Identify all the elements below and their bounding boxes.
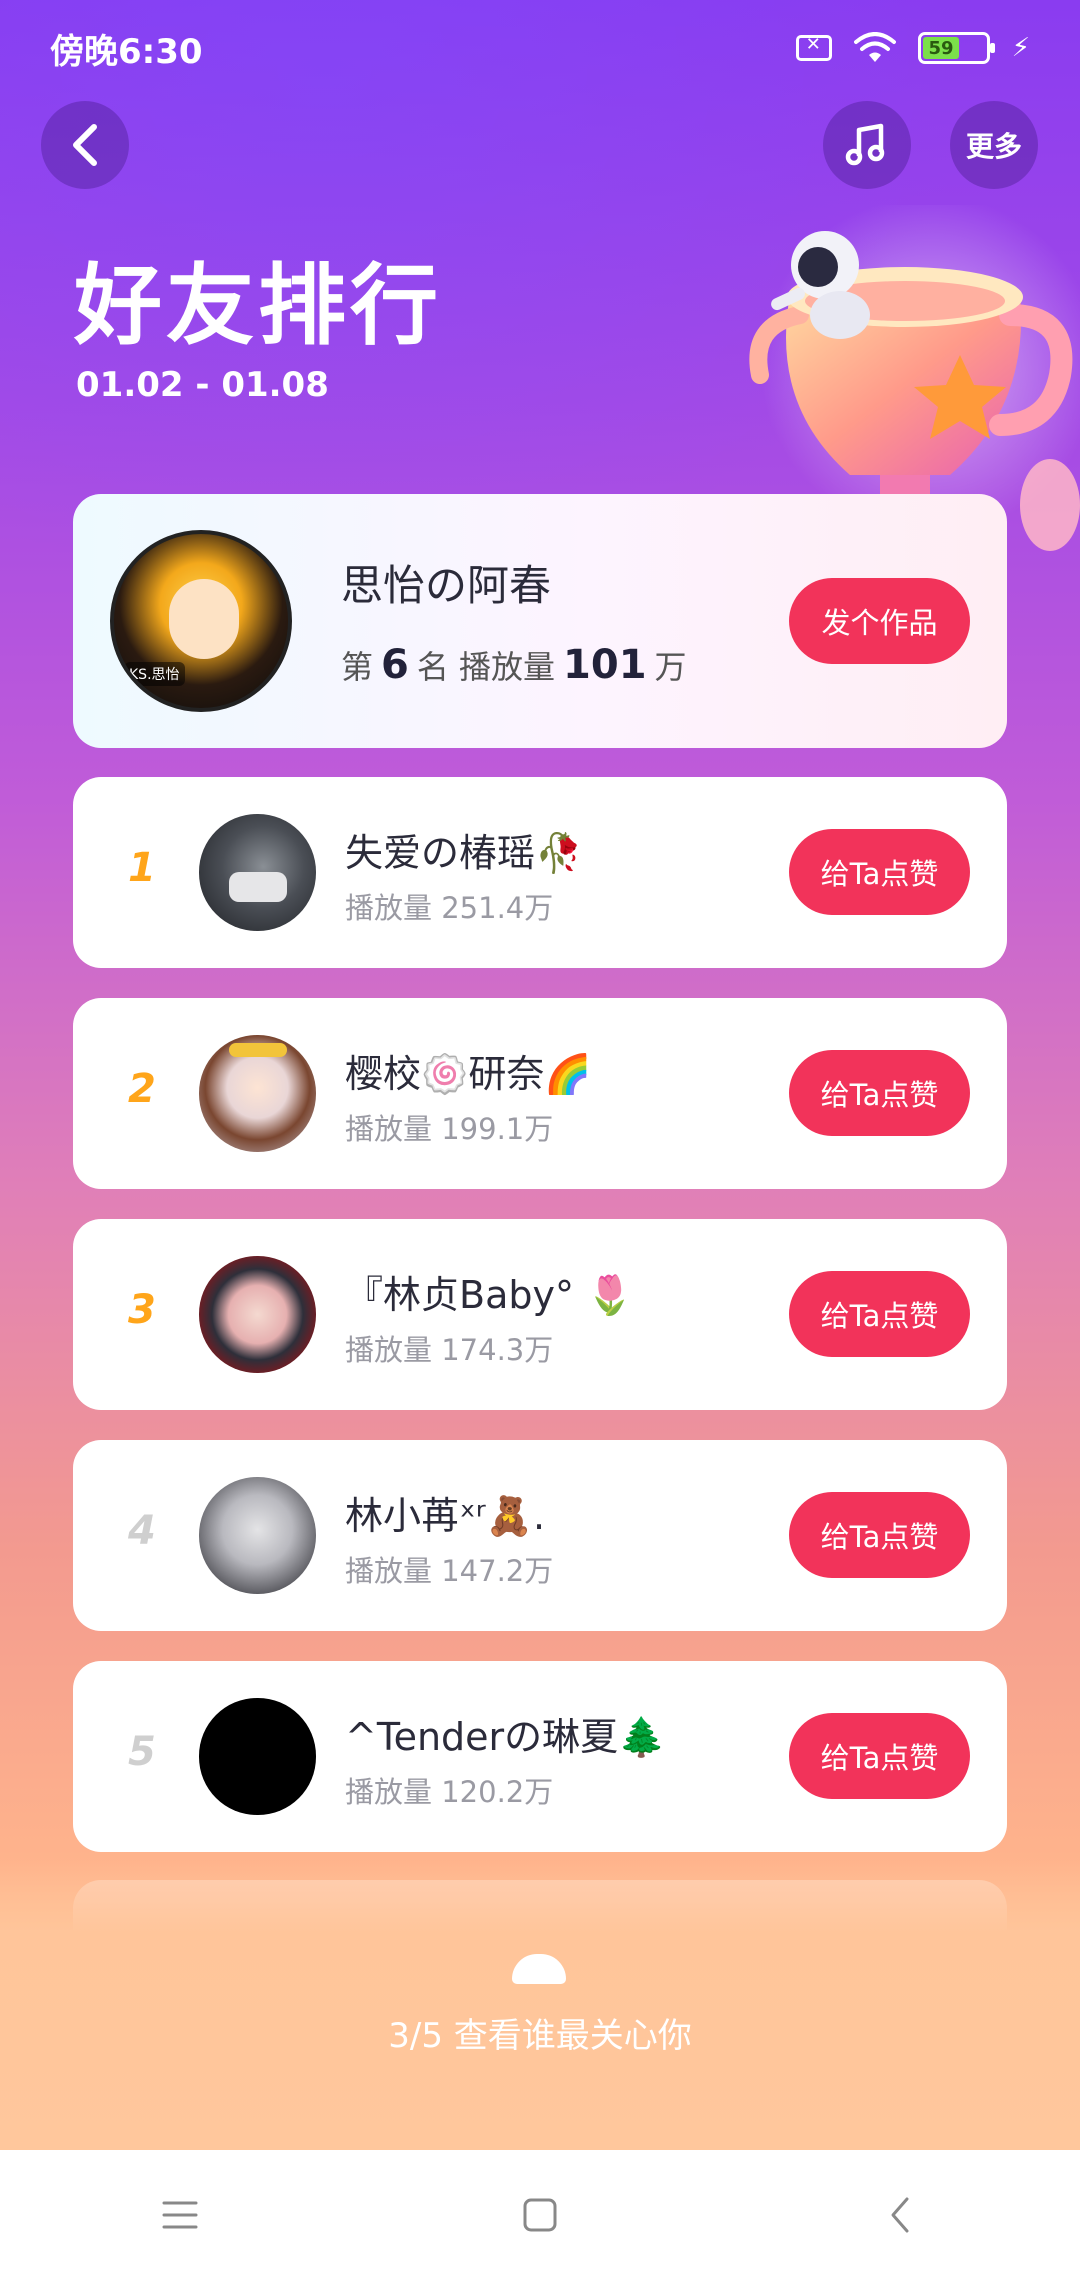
rank-number: 2 — [128, 1066, 156, 1112]
my-rank-card: KS.思怡 思怡の阿春 第 6 名 播放量 101 万 发个作品 — [73, 494, 1007, 748]
home-button[interactable] — [490, 2175, 590, 2255]
friend-row-2[interactable]: 2 樱校🍥研奈🌈 播放量 199.1万 给Ta点赞 — [73, 998, 1007, 1189]
rank-number: 5 — [128, 1729, 156, 1775]
friend-name: ^Tenderの琳夏🌲 — [345, 1715, 666, 1759]
status-time: 傍晚6:30 — [50, 31, 203, 72]
friend-name: 失爱の椿瑶🥀 — [345, 831, 583, 875]
reveal-panel[interactable] — [0, 1860, 1080, 2150]
system-nav-bar — [0, 2150, 1080, 2280]
sim-disabled-icon — [795, 34, 832, 61]
play-unit: 万 — [654, 648, 687, 686]
my-play-count: 101 — [563, 642, 647, 688]
rank-number: 4 — [128, 1508, 156, 1554]
reveal-text[interactable]: 3/5 查看谁最关心你 — [0, 2008, 1080, 2057]
rank-number: 3 — [128, 1287, 156, 1333]
friend-play-count: 播放量 199.1万 — [345, 1112, 554, 1146]
like-button[interactable]: 给Ta点赞 — [789, 1050, 970, 1136]
status-icons: 59 ⚡ — [795, 32, 1030, 64]
friend-name: 『林贞Baby° 🌷 — [345, 1273, 634, 1317]
chevron-left-icon — [73, 124, 97, 166]
friend-name: 樱校🍥研奈🌈 — [345, 1052, 592, 1096]
recents-button[interactable] — [130, 2175, 230, 2255]
my-name: 思怡の阿春 — [341, 561, 552, 610]
date-range: 01.02 - 01.08 — [76, 365, 329, 405]
like-button[interactable]: 给Ta点赞 — [789, 1271, 970, 1357]
friend-avatar[interactable] — [199, 1477, 316, 1594]
my-avatar[interactable]: KS.思怡 — [110, 530, 292, 712]
rank-number: 1 — [128, 845, 156, 891]
rank-suffix: 名 播放量 — [416, 648, 556, 686]
more-button[interactable]: 更多 — [950, 101, 1038, 189]
menu-icon — [162, 2201, 198, 2229]
like-button[interactable]: 给Ta点赞 — [789, 829, 970, 915]
rank-number: 6 — [381, 642, 409, 688]
wifi-icon — [853, 32, 896, 62]
friend-play-count: 播放量 120.2万 — [345, 1775, 554, 1809]
friend-play-count: 播放量 174.3万 — [345, 1333, 554, 1367]
avatar-tag: KS.思怡 — [124, 662, 185, 686]
friend-avatar[interactable] — [199, 1035, 316, 1152]
post-work-button[interactable]: 发个作品 — [789, 578, 970, 664]
friend-avatar[interactable] — [199, 814, 316, 931]
friend-avatar[interactable] — [199, 1698, 316, 1815]
chevron-left-icon — [891, 2197, 909, 2233]
charging-icon: ⚡ — [1011, 33, 1030, 63]
friend-avatar[interactable] — [199, 1256, 316, 1373]
friend-name: 林小苒ˣʳ🧸. — [345, 1494, 546, 1538]
music-button[interactable] — [823, 101, 911, 189]
like-button[interactable]: 给Ta点赞 — [789, 1713, 970, 1799]
avatar-face — [169, 579, 239, 659]
battery-icon: 59 — [917, 32, 995, 64]
friend-play-count: 播放量 251.4万 — [345, 891, 554, 925]
friend-play-count: 播放量 147.2万 — [345, 1554, 554, 1588]
friend-row-4[interactable]: 4 林小苒ˣʳ🧸. 播放量 147.2万 给Ta点赞 — [73, 1440, 1007, 1631]
music-note-icon — [845, 123, 885, 166]
friend-row-5[interactable]: 5 ^Tenderの琳夏🌲 播放量 120.2万 给Ta点赞 — [73, 1661, 1007, 1852]
friend-row-1[interactable]: 1 失爱の椿瑶🥀 播放量 251.4万 给Ta点赞 — [73, 777, 1007, 968]
status-bar: 傍晚6:30 59 ⚡ — [0, 0, 1080, 96]
rank-prefix: 第 — [341, 648, 374, 686]
friend-row-3[interactable]: 3 『林贞Baby° 🌷 播放量 174.3万 给Ta点赞 — [73, 1219, 1007, 1410]
home-square-icon — [523, 2198, 557, 2232]
back-button[interactable] — [41, 101, 129, 189]
page-title: 好友排行 — [74, 254, 443, 357]
system-back-button[interactable] — [850, 2175, 950, 2255]
my-rank-stat: 第 6 名 播放量 101 万 — [341, 642, 687, 688]
battery-level: 59 — [922, 37, 960, 59]
like-button[interactable]: 给Ta点赞 — [789, 1492, 970, 1578]
